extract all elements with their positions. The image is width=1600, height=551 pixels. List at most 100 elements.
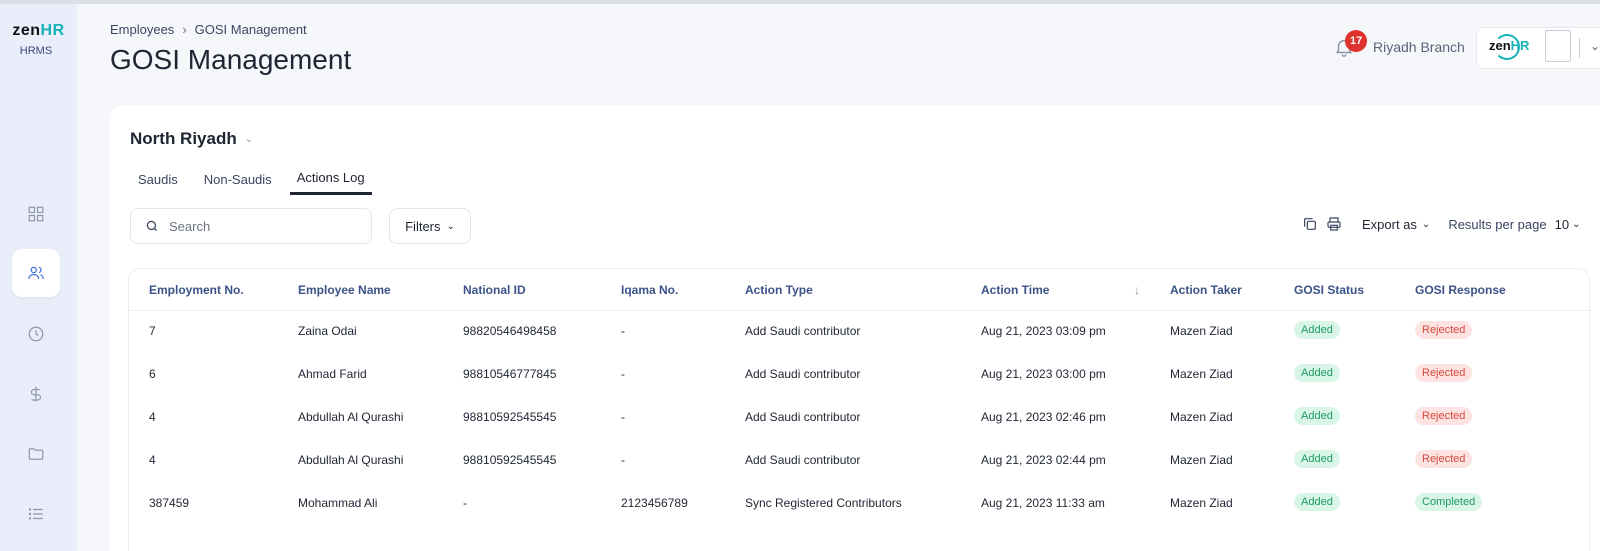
cell-action-type: Add Saudi contributor — [745, 324, 861, 338]
actions-log-table: Employment No. Employee Name National ID… — [128, 268, 1591, 551]
table-row[interactable]: 6 Ahmad Farid 98810546777845 - Add Saudi… — [129, 354, 1591, 397]
search-input[interactable] — [169, 218, 349, 234]
branch-selector[interactable]: Riyadh Branch — [1373, 39, 1465, 55]
table-row[interactable]: 4 Abdullah Al Qurashi 98810592545545 - A… — [129, 440, 1591, 483]
page-title: GOSI Management — [110, 44, 352, 75]
company-logo-text: zen — [1489, 38, 1511, 53]
cell-iqama-no: 2123456789 — [621, 496, 688, 510]
sidebar: zenHR HRMS — [0, 4, 77, 551]
column-gosi-response[interactable]: GOSI Response — [1415, 283, 1506, 297]
table-row[interactable]: 387459 Mohammad Ali - 2123456789 Sync Re… — [129, 483, 1591, 526]
cell-action-type: Add Saudi contributor — [745, 367, 861, 381]
column-national-id[interactable]: National ID — [463, 283, 526, 297]
filters-button[interactable]: Filters ⌄ — [389, 208, 471, 244]
cell-iqama-no: - — [621, 324, 625, 338]
location-title: North Riyadh — [130, 129, 237, 148]
notification-count-badge: 17 — [1345, 30, 1368, 52]
avatar — [1545, 30, 1571, 62]
app-logo[interactable]: zenHR — [0, 22, 77, 40]
chevron-down-icon: ⌄ — [1572, 218, 1581, 230]
results-per-page-select[interactable]: 10 ⌄ — [1555, 217, 1581, 232]
window-top-border — [0, 0, 1600, 4]
cell-action-type: Add Saudi contributor — [745, 453, 861, 467]
list-icon — [28, 508, 43, 520]
column-gosi-status[interactable]: GOSI Status — [1294, 283, 1364, 297]
column-employee-name[interactable]: Employee Name — [298, 283, 391, 297]
cell-action-taker: Mazen Ziad — [1170, 367, 1233, 381]
status-badge: Added — [1294, 493, 1340, 511]
cell-iqama-no: - — [621, 453, 625, 467]
cell-employment-no: 6 — [149, 367, 156, 381]
chevron-right-icon: › — [182, 22, 187, 37]
cell-iqama-no: - — [621, 410, 625, 424]
cell-iqama-no: - — [621, 367, 625, 381]
chevron-down-icon[interactable]: ⌄ — [1590, 39, 1600, 53]
cell-employment-no: 7 — [149, 324, 156, 338]
results-per-page-label: Results per page — [1448, 216, 1547, 232]
logo-accent-text: HR — [40, 22, 65, 39]
location-selector[interactable]: North Riyadh ⌄ — [130, 129, 253, 149]
logo-text: zen — [12, 22, 41, 39]
copy-icon[interactable] — [1302, 216, 1318, 232]
cell-action-taker: Mazen Ziad — [1170, 324, 1233, 338]
cell-action-taker: Mazen Ziad — [1170, 453, 1233, 467]
breadcrumb: Employees › GOSI Management — [110, 22, 307, 37]
breadcrumb-current: GOSI Management — [194, 22, 307, 37]
users-icon — [28, 266, 44, 280]
tab-actions-log[interactable]: Actions Log — [289, 163, 372, 195]
column-action-taker[interactable]: Action Taker — [1170, 283, 1242, 297]
sort-descending-icon[interactable]: ↓ — [1134, 283, 1140, 297]
export-label: Export as — [1362, 216, 1417, 232]
cell-action-taker: Mazen Ziad — [1170, 410, 1233, 424]
table-row[interactable]: 7 Zaina Odai 98820546498458 - Add Saudi … — [129, 311, 1591, 354]
cell-action-type: Sync Registered Contributors — [745, 496, 902, 510]
table-toolbar: Export as ⌄ Results per page 10 ⌄ — [1302, 216, 1580, 232]
status-badge: Added — [1294, 407, 1340, 425]
filters-label: Filters — [405, 218, 441, 234]
sidebar-item-time[interactable] — [12, 310, 60, 358]
cell-employment-no: 4 — [149, 453, 156, 467]
user-menu[interactable]: zenHR ⌄ — [1476, 27, 1600, 69]
sidebar-item-employees[interactable] — [12, 249, 60, 297]
column-iqama-no[interactable]: Iqama No. — [621, 283, 678, 297]
response-badge: Completed — [1415, 493, 1483, 511]
export-dropdown[interactable]: Export as ⌄ — [1362, 217, 1430, 232]
company-logo: zenHR — [1489, 38, 1529, 53]
cell-action-time: Aug 21, 2023 02:44 pm — [981, 453, 1106, 467]
results-per-page-value: 10 — [1554, 216, 1570, 232]
cell-national-id: 98820546498458 — [463, 324, 557, 338]
column-action-type[interactable]: Action Type — [745, 283, 813, 297]
chevron-down-icon: ⌄ — [446, 220, 455, 232]
search-icon — [146, 220, 158, 232]
response-badge: Rejected — [1415, 364, 1473, 382]
tabs: Saudis Non-Saudis Actions Log — [130, 163, 382, 195]
status-badge: Added — [1294, 321, 1340, 339]
clock-icon — [28, 326, 44, 342]
chevron-down-icon: ⌄ — [244, 133, 254, 145]
folder-icon — [28, 448, 44, 460]
search-box[interactable] — [130, 208, 372, 244]
content-card: North Riyadh ⌄ Saudis Non-Saudis Actions… — [110, 105, 1600, 551]
table-header: Employment No. Employee Name National ID… — [129, 269, 1591, 311]
column-employment-no[interactable]: Employment No. — [149, 283, 244, 297]
tab-non-saudis[interactable]: Non-Saudis — [196, 163, 280, 195]
print-icon[interactable] — [1326, 216, 1342, 232]
sidebar-item-documents[interactable] — [12, 430, 60, 478]
logo-subtitle: HRMS — [19, 45, 53, 57]
column-action-time[interactable]: Action Time — [981, 283, 1049, 297]
cell-employee-name: Abdullah Al Qurashi — [298, 410, 404, 424]
grid-icon — [28, 206, 44, 222]
table-row[interactable]: 4 Abdullah Al Qurashi 98810592545545 - A… — [129, 397, 1591, 440]
cell-employment-no: 4 — [149, 410, 156, 424]
sidebar-item-payroll[interactable] — [12, 370, 60, 418]
sidebar-item-dashboard[interactable] — [12, 190, 60, 238]
cell-employee-name: Zaina Odai — [298, 324, 357, 338]
tab-saudis[interactable]: Saudis — [130, 163, 186, 195]
sidebar-item-lists[interactable] — [12, 490, 60, 538]
cell-action-time: Aug 21, 2023 03:09 pm — [981, 324, 1106, 338]
cell-action-time: Aug 21, 2023 02:46 pm — [981, 410, 1106, 424]
response-badge: Rejected — [1415, 321, 1473, 339]
cell-national-id: 98810592545545 — [463, 453, 557, 467]
breadcrumb-employees[interactable]: Employees — [110, 22, 174, 37]
cell-employee-name: Abdullah Al Qurashi — [298, 453, 404, 467]
